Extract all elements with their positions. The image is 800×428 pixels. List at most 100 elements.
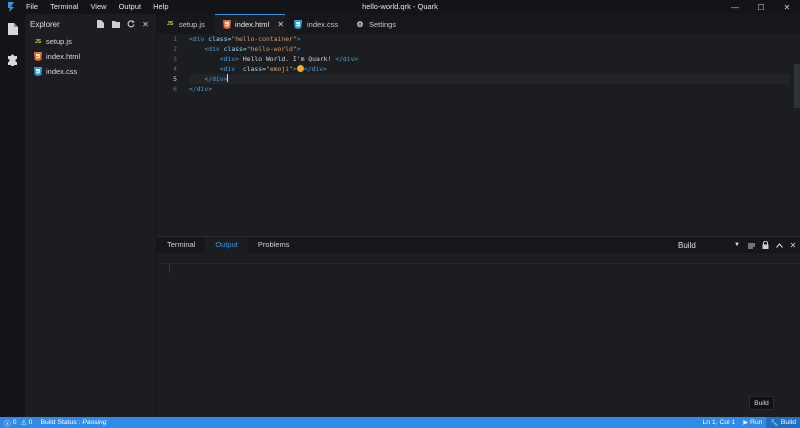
file-name: index.html xyxy=(46,52,81,61)
output-channel-select[interactable]: Build ▼ xyxy=(674,237,744,253)
code-token-str: "hello-world" xyxy=(246,45,297,53)
files-icon[interactable] xyxy=(0,14,25,44)
explorer-sidebar: Explorer ✕ JS setup.js index.html index.… xyxy=(25,14,157,417)
maximize-panel-icon[interactable] xyxy=(772,237,786,253)
code-line[interactable]: </div> xyxy=(189,84,790,94)
close-window-button[interactable]: ✕ xyxy=(774,0,800,14)
tab-index-html[interactable]: index.html ✕ xyxy=(215,14,285,34)
close-icon[interactable]: ✕ xyxy=(139,18,152,31)
build-status-label: Build Status : xyxy=(40,419,83,426)
status-bar-right: Ln 1, Col 1 ▶ Run 🔧 Build xyxy=(698,417,800,428)
menu-help[interactable]: Help xyxy=(147,0,174,14)
code-token-tag: <div xyxy=(189,35,209,43)
play-icon: ▶ xyxy=(743,420,748,426)
file-item-index-html[interactable]: index.html xyxy=(25,49,156,64)
code-line[interactable]: <div class="hello-container"> xyxy=(189,34,790,44)
maximize-button[interactable]: ☐ xyxy=(748,0,774,14)
build-status: Build Status : Passing xyxy=(36,417,110,428)
tab-close-icon[interactable]: ✕ xyxy=(277,20,284,29)
output-panel: Terminal Output Problems Build ▼ ✕ xyxy=(157,236,800,417)
tab-terminal[interactable]: Terminal xyxy=(157,237,205,253)
line-number-gutter: 1 2 3 4 5 6 xyxy=(157,34,179,94)
code-token-tag: </div> xyxy=(303,65,327,73)
output-channel-value: Build xyxy=(678,240,696,250)
menu-terminal[interactable]: Terminal xyxy=(44,0,84,14)
clear-output-icon[interactable] xyxy=(744,237,758,253)
error-icon: ⓧ xyxy=(4,420,11,428)
new-file-icon[interactable] xyxy=(94,18,107,31)
code-token-attr: class= xyxy=(223,45,247,53)
css-file-icon xyxy=(33,67,43,77)
code-line[interactable]: <div class="hello-world"> xyxy=(189,44,790,54)
code-token-text: Hello World. I'm Quark! xyxy=(239,55,336,63)
panel-toolbar: Build ▼ ✕ xyxy=(674,237,800,253)
refresh-icon[interactable] xyxy=(124,18,137,31)
panel-divider xyxy=(157,263,800,264)
lock-icon[interactable] xyxy=(758,237,772,253)
menu-bar: File Terminal View Output Help xyxy=(22,0,175,14)
activity-bar xyxy=(0,14,25,417)
tab-problems[interactable]: Problems xyxy=(248,237,300,253)
code-token-str: "emoji" xyxy=(265,65,293,73)
line-number: 5 xyxy=(173,75,177,83)
line-number: 6 xyxy=(173,85,177,93)
code-token-tag: </div> xyxy=(335,55,359,63)
code-token-attr: class= xyxy=(239,65,266,73)
code-token-tag: <div xyxy=(219,65,240,73)
status-bar: ⓧ 0 ⚠ 0 Build Status : Passing Ln 1, Col… xyxy=(0,417,800,428)
explorer-title: Explorer xyxy=(30,19,60,29)
editor-tab-bar: JS setup.js index.html ✕ index.css ⚙ Set… xyxy=(157,14,800,34)
line-number: 2 xyxy=(173,45,177,53)
error-count: 0 xyxy=(12,419,17,426)
line-number: 3 xyxy=(173,55,177,63)
gear-icon: ⚙ xyxy=(356,19,364,29)
menu-file[interactable]: File xyxy=(22,0,44,14)
code-editor[interactable]: 123456 <div class="hello-container"> <di… xyxy=(157,34,800,236)
close-panel-icon[interactable]: ✕ xyxy=(786,237,800,253)
html-file-icon xyxy=(223,19,231,29)
extensions-icon[interactable] xyxy=(0,44,25,74)
run-label: Run xyxy=(749,419,763,426)
build-tooltip: Build xyxy=(749,396,774,410)
emoji-smile-icon xyxy=(296,65,304,72)
text-cursor xyxy=(227,74,229,82)
editor-scrollbar[interactable] xyxy=(794,64,800,108)
file-name: setup.js xyxy=(46,37,72,46)
code-token-tag: > xyxy=(296,45,301,53)
menu-view[interactable]: View xyxy=(84,0,112,14)
file-name: index.css xyxy=(46,67,78,76)
new-folder-icon[interactable] xyxy=(109,18,122,31)
tab-settings[interactable]: ⚙ Settings xyxy=(347,14,407,34)
file-item-setup-js[interactable]: JS setup.js xyxy=(25,34,156,49)
problems-indicator[interactable]: ⓧ 0 ⚠ 0 xyxy=(0,417,36,428)
code-line[interactable]: <div> Hello World. I'm Quark! </div> xyxy=(189,54,790,64)
tab-label: index.css xyxy=(307,19,339,29)
code-token-tag: <div> xyxy=(219,55,240,63)
tab-output[interactable]: Output xyxy=(205,237,248,253)
code-token-str: "hello-container" xyxy=(231,35,297,43)
code-line[interactable]: </div> xyxy=(189,74,790,84)
run-button[interactable]: ▶ Run xyxy=(739,417,766,428)
warning-icon: ⚠ xyxy=(20,419,27,427)
cursor-position[interactable]: Ln 1, Col 1 xyxy=(698,417,739,428)
minimize-button[interactable]: — xyxy=(722,0,748,14)
output-console[interactable] xyxy=(169,265,800,273)
tab-label: Settings xyxy=(369,19,397,29)
window-controls: — ☐ ✕ xyxy=(722,0,800,14)
menu-output[interactable]: Output xyxy=(113,0,148,14)
tab-label: index.html xyxy=(235,19,270,29)
tab-setup-js[interactable]: JS setup.js xyxy=(157,14,215,34)
html-file-icon xyxy=(33,52,43,62)
code-line[interactable]: <div class="emoji"> </div> xyxy=(189,64,790,74)
wrench-icon: 🔧 xyxy=(770,419,779,427)
explorer-header: Explorer ✕ xyxy=(25,14,156,34)
tab-index-css[interactable]: index.css xyxy=(285,14,347,34)
code-token-tag: </div> xyxy=(204,75,228,83)
file-item-index-css[interactable]: index.css xyxy=(25,64,156,79)
code-token-attr: class= xyxy=(208,35,232,43)
code-area[interactable]: <div class="hello-container"> <div class… xyxy=(189,34,790,94)
build-button[interactable]: 🔧 Build xyxy=(766,417,800,428)
